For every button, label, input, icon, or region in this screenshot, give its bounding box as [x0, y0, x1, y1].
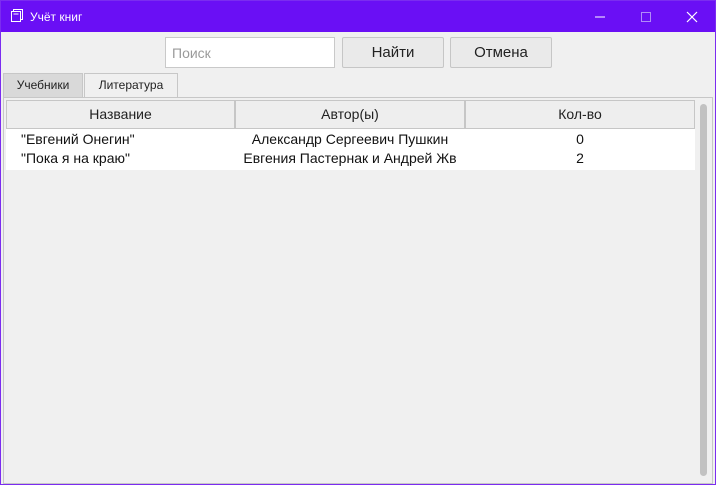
title-bar[interactable]: Учёт книг [1, 1, 715, 32]
window-title: Учёт книг [30, 10, 83, 24]
tab-textbooks[interactable]: Учебники [3, 73, 83, 97]
vertical-scrollbar[interactable] [697, 100, 711, 481]
column-header-authors[interactable]: Автор(ы) [235, 100, 465, 129]
cancel-button[interactable]: Отмена [450, 37, 552, 68]
close-button[interactable] [669, 1, 715, 32]
search-input[interactable] [165, 37, 335, 68]
book-stack-icon [10, 9, 24, 23]
cell-title: "Евгений Онегин" [21, 131, 135, 147]
table-header: Название Автор(ы) Кол-во [6, 100, 695, 129]
tab-literature[interactable]: Литература [84, 73, 178, 97]
minimize-icon [595, 16, 605, 18]
cell-author: Александр Сергеевич Пушкин [251, 131, 449, 147]
column-header-title[interactable]: Название [6, 100, 235, 129]
close-icon [686, 11, 698, 23]
maximize-button[interactable] [623, 1, 669, 32]
minimize-button[interactable] [577, 1, 623, 32]
maximize-icon [641, 12, 651, 22]
cell-count: 0 [576, 131, 584, 147]
cell-title: "Пока я на краю" [21, 150, 130, 166]
table-row[interactable]: "Евгений Онегин" Александр Сергеевич Пуш… [6, 130, 695, 149]
app-window: Учёт книг Найти Отмена Учебники Литерату… [0, 0, 716, 485]
cell-count: 2 [576, 150, 584, 166]
find-button[interactable]: Найти [342, 37, 444, 68]
table-row[interactable]: "Пока я на краю" Евгения Пастернак и Анд… [6, 149, 695, 168]
cell-author: Евгения Пастернак и Андрей Жв [243, 150, 457, 166]
scrollbar-thumb[interactable] [700, 104, 707, 476]
column-header-count[interactable]: Кол-во [465, 100, 695, 129]
books-table-panel: Название Автор(ы) Кол-во "Евгений Онегин… [3, 97, 713, 484]
